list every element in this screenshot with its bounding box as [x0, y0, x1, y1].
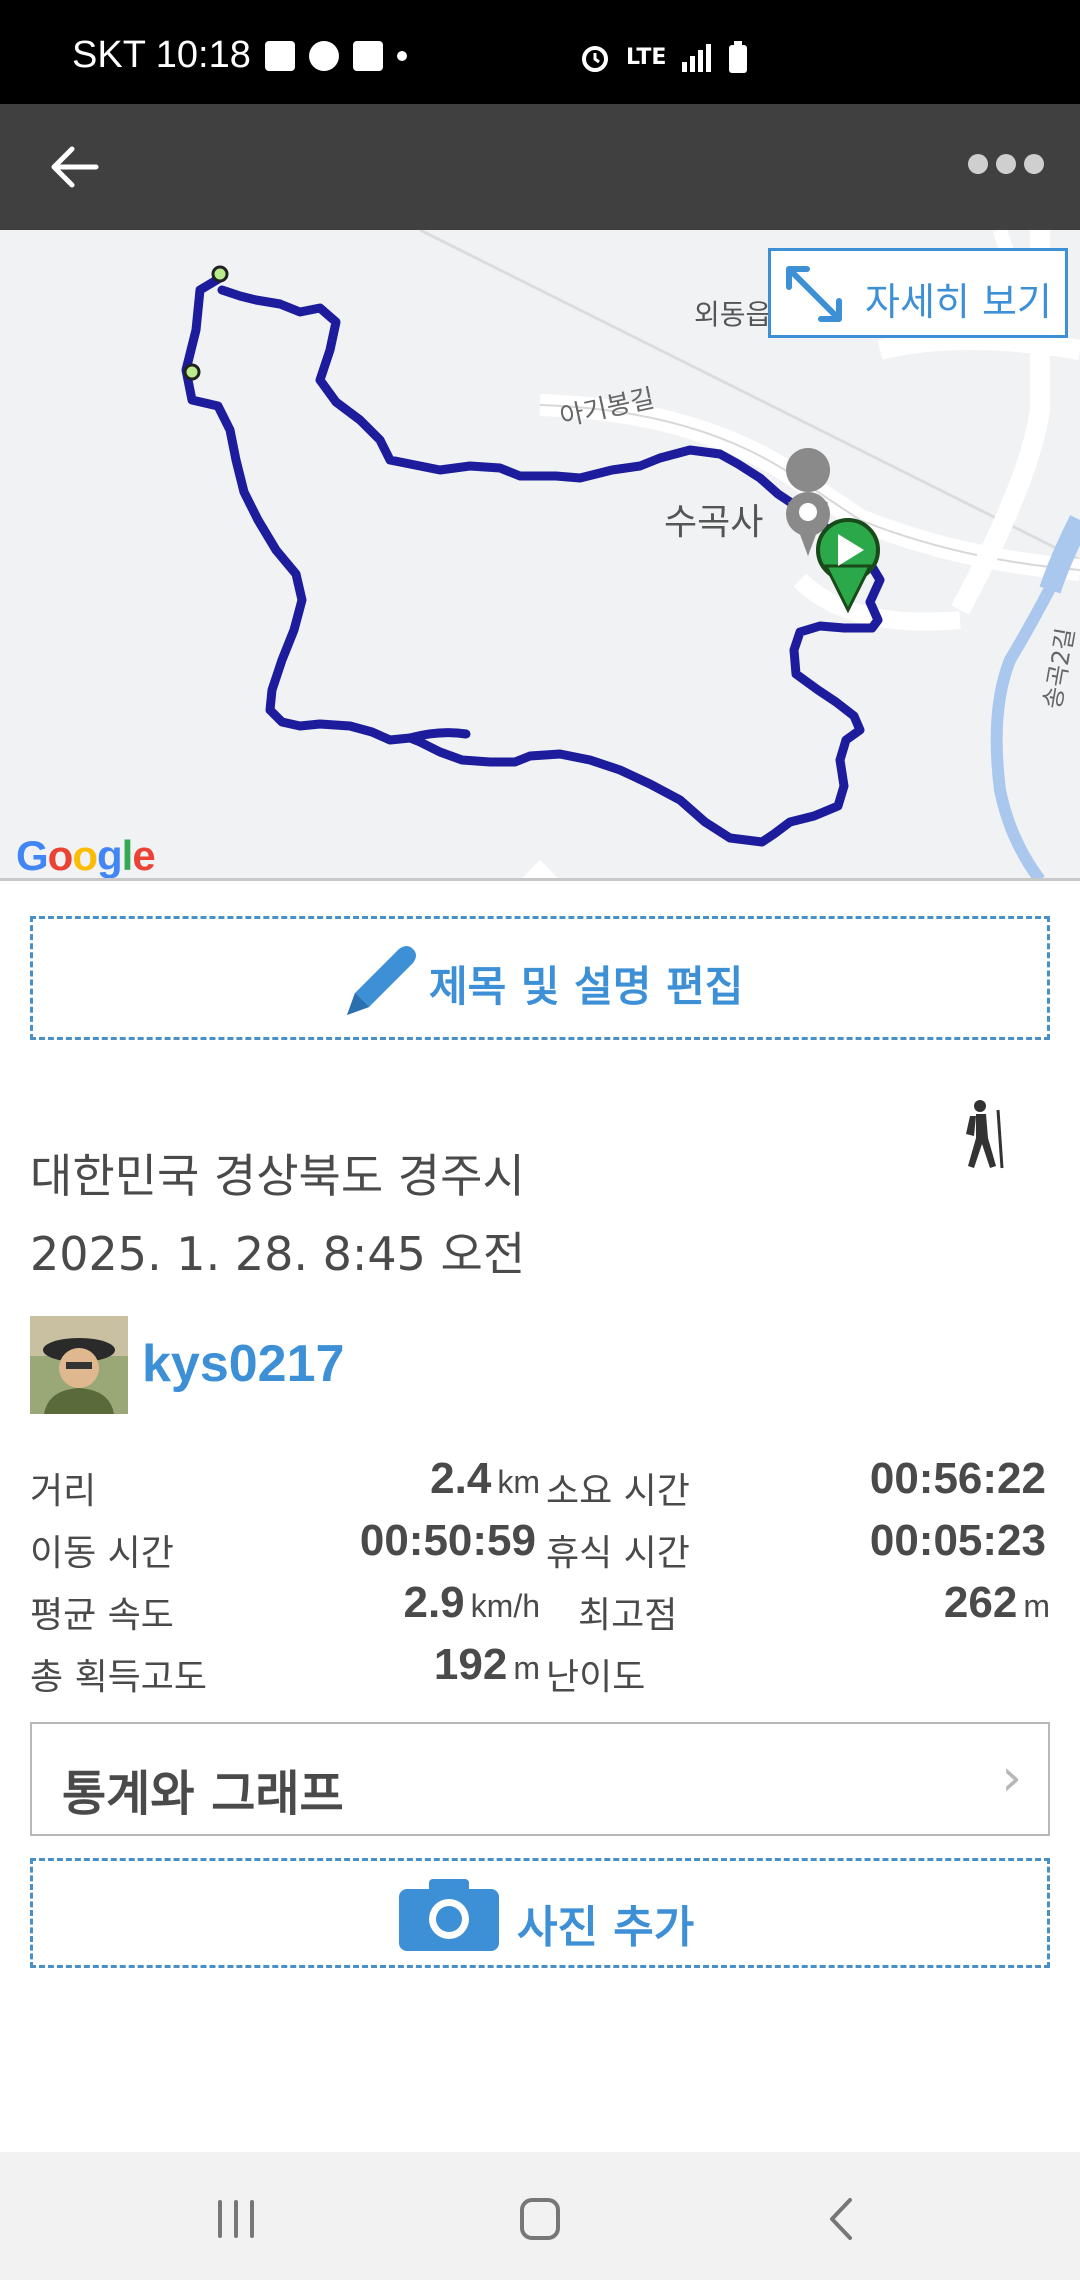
avatar[interactable] [30, 1316, 128, 1414]
expand-icon [786, 266, 842, 322]
speed-label: 평균 속도 [30, 1595, 174, 1636]
hiking-icon [966, 1100, 1004, 1169]
username[interactable]: kys0217 [142, 1334, 344, 1394]
distance-unit: km [497, 1464, 540, 1500]
difficulty-label: 난이도 [546, 1657, 646, 1698]
gain-unit: m [513, 1650, 540, 1686]
view-detail-button[interactable]: 자세히 보기 [768, 248, 1068, 338]
status-bar-left: SKT 10:18 [72, 34, 407, 77]
distance-label: 거리 [30, 1471, 97, 1512]
add-photo-button[interactable]: 사진 추가 [30, 1858, 1050, 1968]
back-nav-button[interactable] [812, 2194, 872, 2244]
signal-icon [682, 44, 712, 72]
avatar-image [30, 1316, 128, 1414]
moving-value: 00:50:59 [359, 1516, 536, 1565]
highest-label: 최고점 [578, 1595, 678, 1636]
view-detail-label: 자세히 보기 [865, 280, 1052, 324]
more-dot [996, 154, 1016, 174]
highest-value: 262 m [780, 1578, 1050, 1628]
distance-number: 2.4 [430, 1454, 492, 1503]
speed-unit: km/h [470, 1588, 540, 1624]
highest-unit: m [1023, 1588, 1050, 1624]
status-bar-right: LTE [578, 40, 748, 74]
home-button[interactable] [510, 2194, 570, 2244]
recent-apps-button[interactable] [206, 2194, 266, 2244]
add-photo-label: 사진 추가 [517, 1902, 695, 1953]
route-map[interactable]: 외동읍 아기봉길 수곡사 송곡2길 자세히 보기 Google [0, 230, 1080, 880]
gain-value: 192 m [300, 1640, 540, 1690]
gain-label: 총 획득고도 [30, 1657, 208, 1698]
alarm-icon [582, 46, 608, 72]
gallery-icon [264, 40, 295, 71]
moving-label: 이동 시간 [30, 1533, 174, 1574]
map-label-temple: 수곡사 [664, 502, 763, 543]
speed-number: 2.9 [403, 1578, 465, 1627]
more-dot [968, 154, 988, 174]
app-bar [0, 104, 1080, 230]
pencil-icon [347, 946, 416, 1015]
gain-number: 192 [433, 1640, 508, 1689]
cloud-icon [308, 40, 339, 71]
edit-title-button[interactable]: 제목 및 설명 편집 [30, 916, 1050, 1040]
date-text: 2025. 1. 28. 8:45 오전 [30, 1227, 526, 1281]
system-nav-bar [0, 2152, 1080, 2280]
map-label-village: 외동읍 [694, 298, 771, 331]
duration-label: 소요 시간 [546, 1471, 690, 1512]
map-label-road2: 송곡2길 [1038, 626, 1080, 711]
battery-icon [729, 41, 748, 73]
more-dot [1024, 154, 1044, 174]
more-button[interactable] [968, 154, 1044, 174]
more-notifications-icon [396, 50, 407, 61]
highest-number: 262 [943, 1578, 1018, 1627]
stats-graph-label: 통계와 그래프 [62, 1766, 344, 1822]
carrier-time: SKT 10:18 [72, 34, 251, 76]
map-divider [0, 878, 1080, 881]
edit-title-label: 제목 및 설명 편집 [429, 962, 744, 1011]
status-bar: SKT 10:18 LTE [0, 0, 1080, 104]
google-logo: Google [16, 832, 156, 879]
speed-value: 2.9 km/h [300, 1578, 540, 1628]
duration-value: 00:56:22 [869, 1454, 1046, 1503]
location-text: 대한민국 경상북도 경주시 [30, 1149, 525, 1203]
back-button[interactable] [46, 138, 104, 196]
network-type: LTE [626, 44, 667, 70]
chevron-right-icon: › [1001, 1748, 1022, 1808]
distance-value: 2.4 km [300, 1454, 540, 1504]
rest-value: 00:05:23 [869, 1516, 1046, 1565]
camera-icon [399, 1879, 499, 1951]
stats-graph-button[interactable]: 통계와 그래프 › [30, 1722, 1050, 1836]
app-icon [352, 40, 383, 71]
rest-label: 휴식 시간 [546, 1533, 690, 1574]
